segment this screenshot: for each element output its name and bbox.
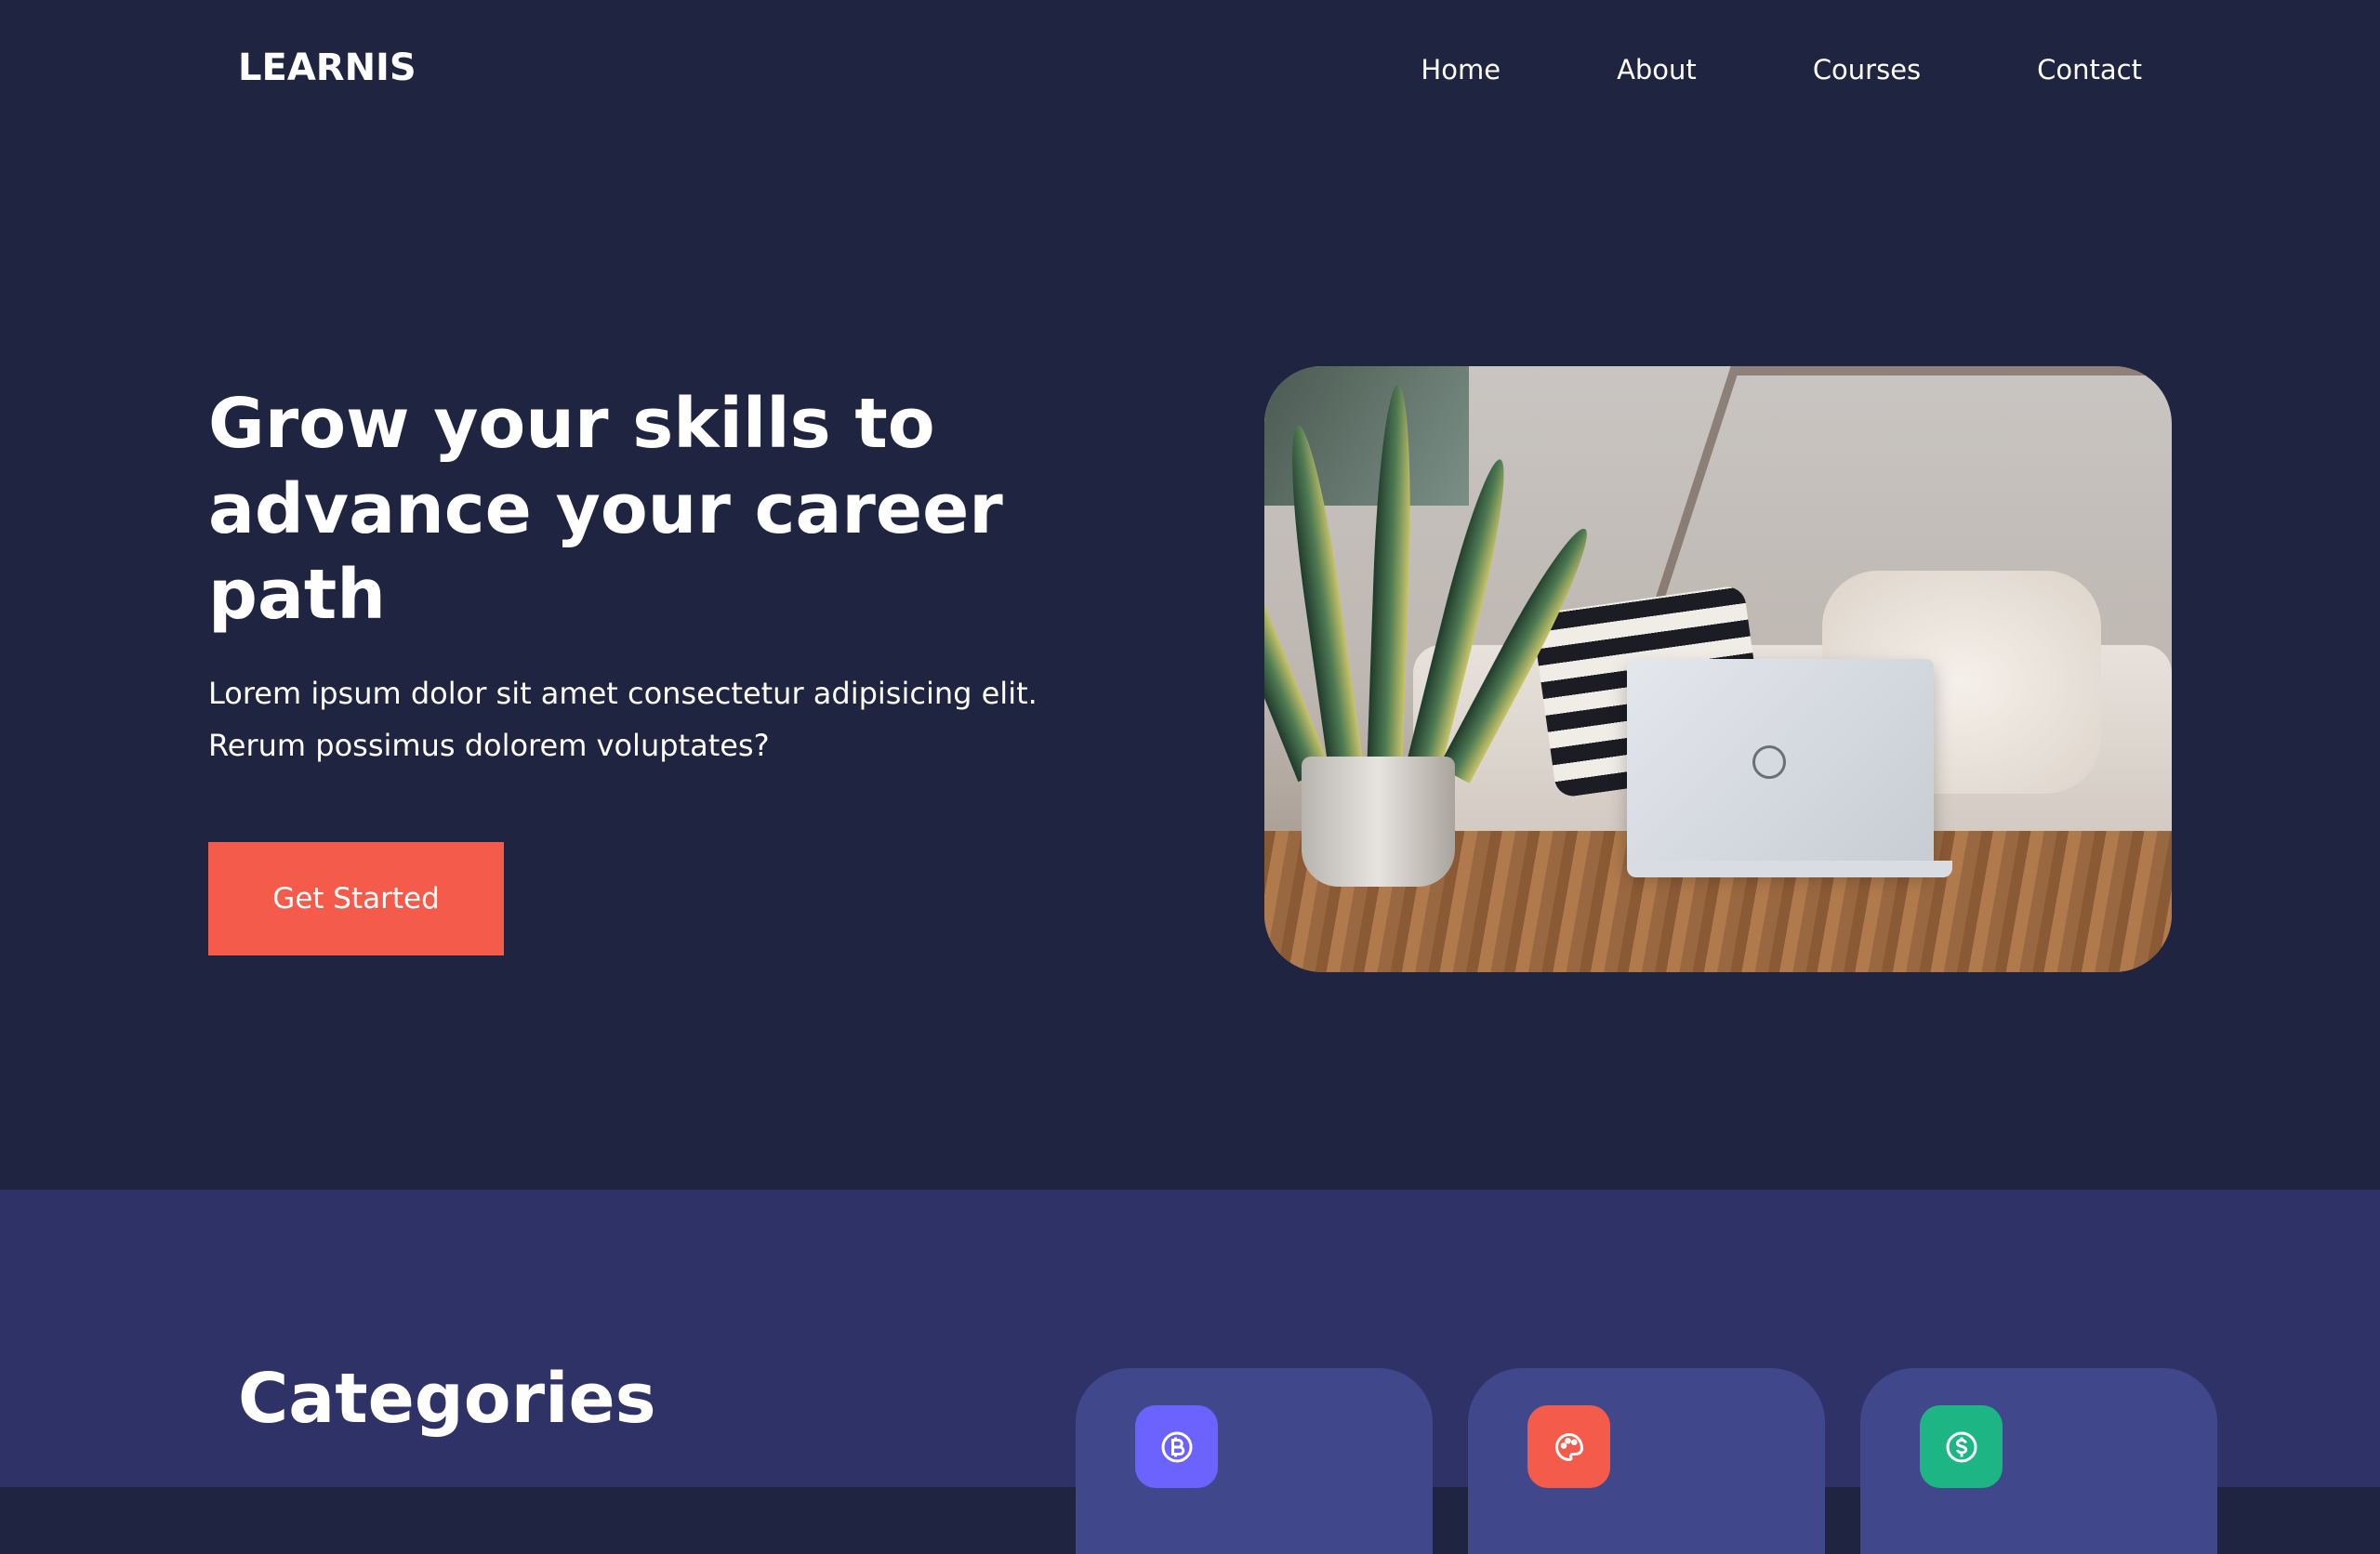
palette-icon bbox=[1554, 1432, 1583, 1461]
category-card-crypto[interactable] bbox=[1076, 1368, 1433, 1554]
scene-plant-pot bbox=[1302, 757, 1455, 887]
site-header: LEARNIS Home About Courses Contact bbox=[0, 0, 2380, 149]
dollar-icon bbox=[1946, 1431, 1977, 1462]
nav-home-link[interactable]: Home bbox=[1421, 54, 1501, 86]
nav-about-link[interactable]: About bbox=[1617, 54, 1697, 86]
scene-laptop-base bbox=[1627, 861, 1952, 877]
hero-image bbox=[1264, 366, 2172, 972]
nav-contact-link[interactable]: Contact bbox=[2037, 54, 2142, 86]
category-icon-badge bbox=[1135, 1405, 1218, 1488]
category-icon-badge bbox=[1527, 1405, 1610, 1488]
main-nav: Home About Courses Contact bbox=[1421, 54, 2142, 86]
categories-section: Categories bbox=[0, 1190, 2380, 1554]
category-icon-badge bbox=[1920, 1405, 2003, 1488]
category-card-design[interactable] bbox=[1468, 1368, 1825, 1554]
category-card-finance[interactable] bbox=[1860, 1368, 2217, 1554]
get-started-button[interactable]: Get Started bbox=[208, 842, 504, 955]
hero-description: Lorem ipsum dolor sit amet consectetur a… bbox=[208, 676, 1038, 763]
categories-title: Categories bbox=[238, 1359, 656, 1439]
nav-courses-link[interactable]: Courses bbox=[1813, 54, 1921, 86]
site-logo[interactable]: LEARNIS bbox=[238, 46, 416, 89]
bitcoin-icon bbox=[1161, 1431, 1192, 1462]
scene-laptop-logo bbox=[1752, 745, 1786, 779]
hero-title: Grow your skills to advance your career … bbox=[208, 384, 1003, 635]
